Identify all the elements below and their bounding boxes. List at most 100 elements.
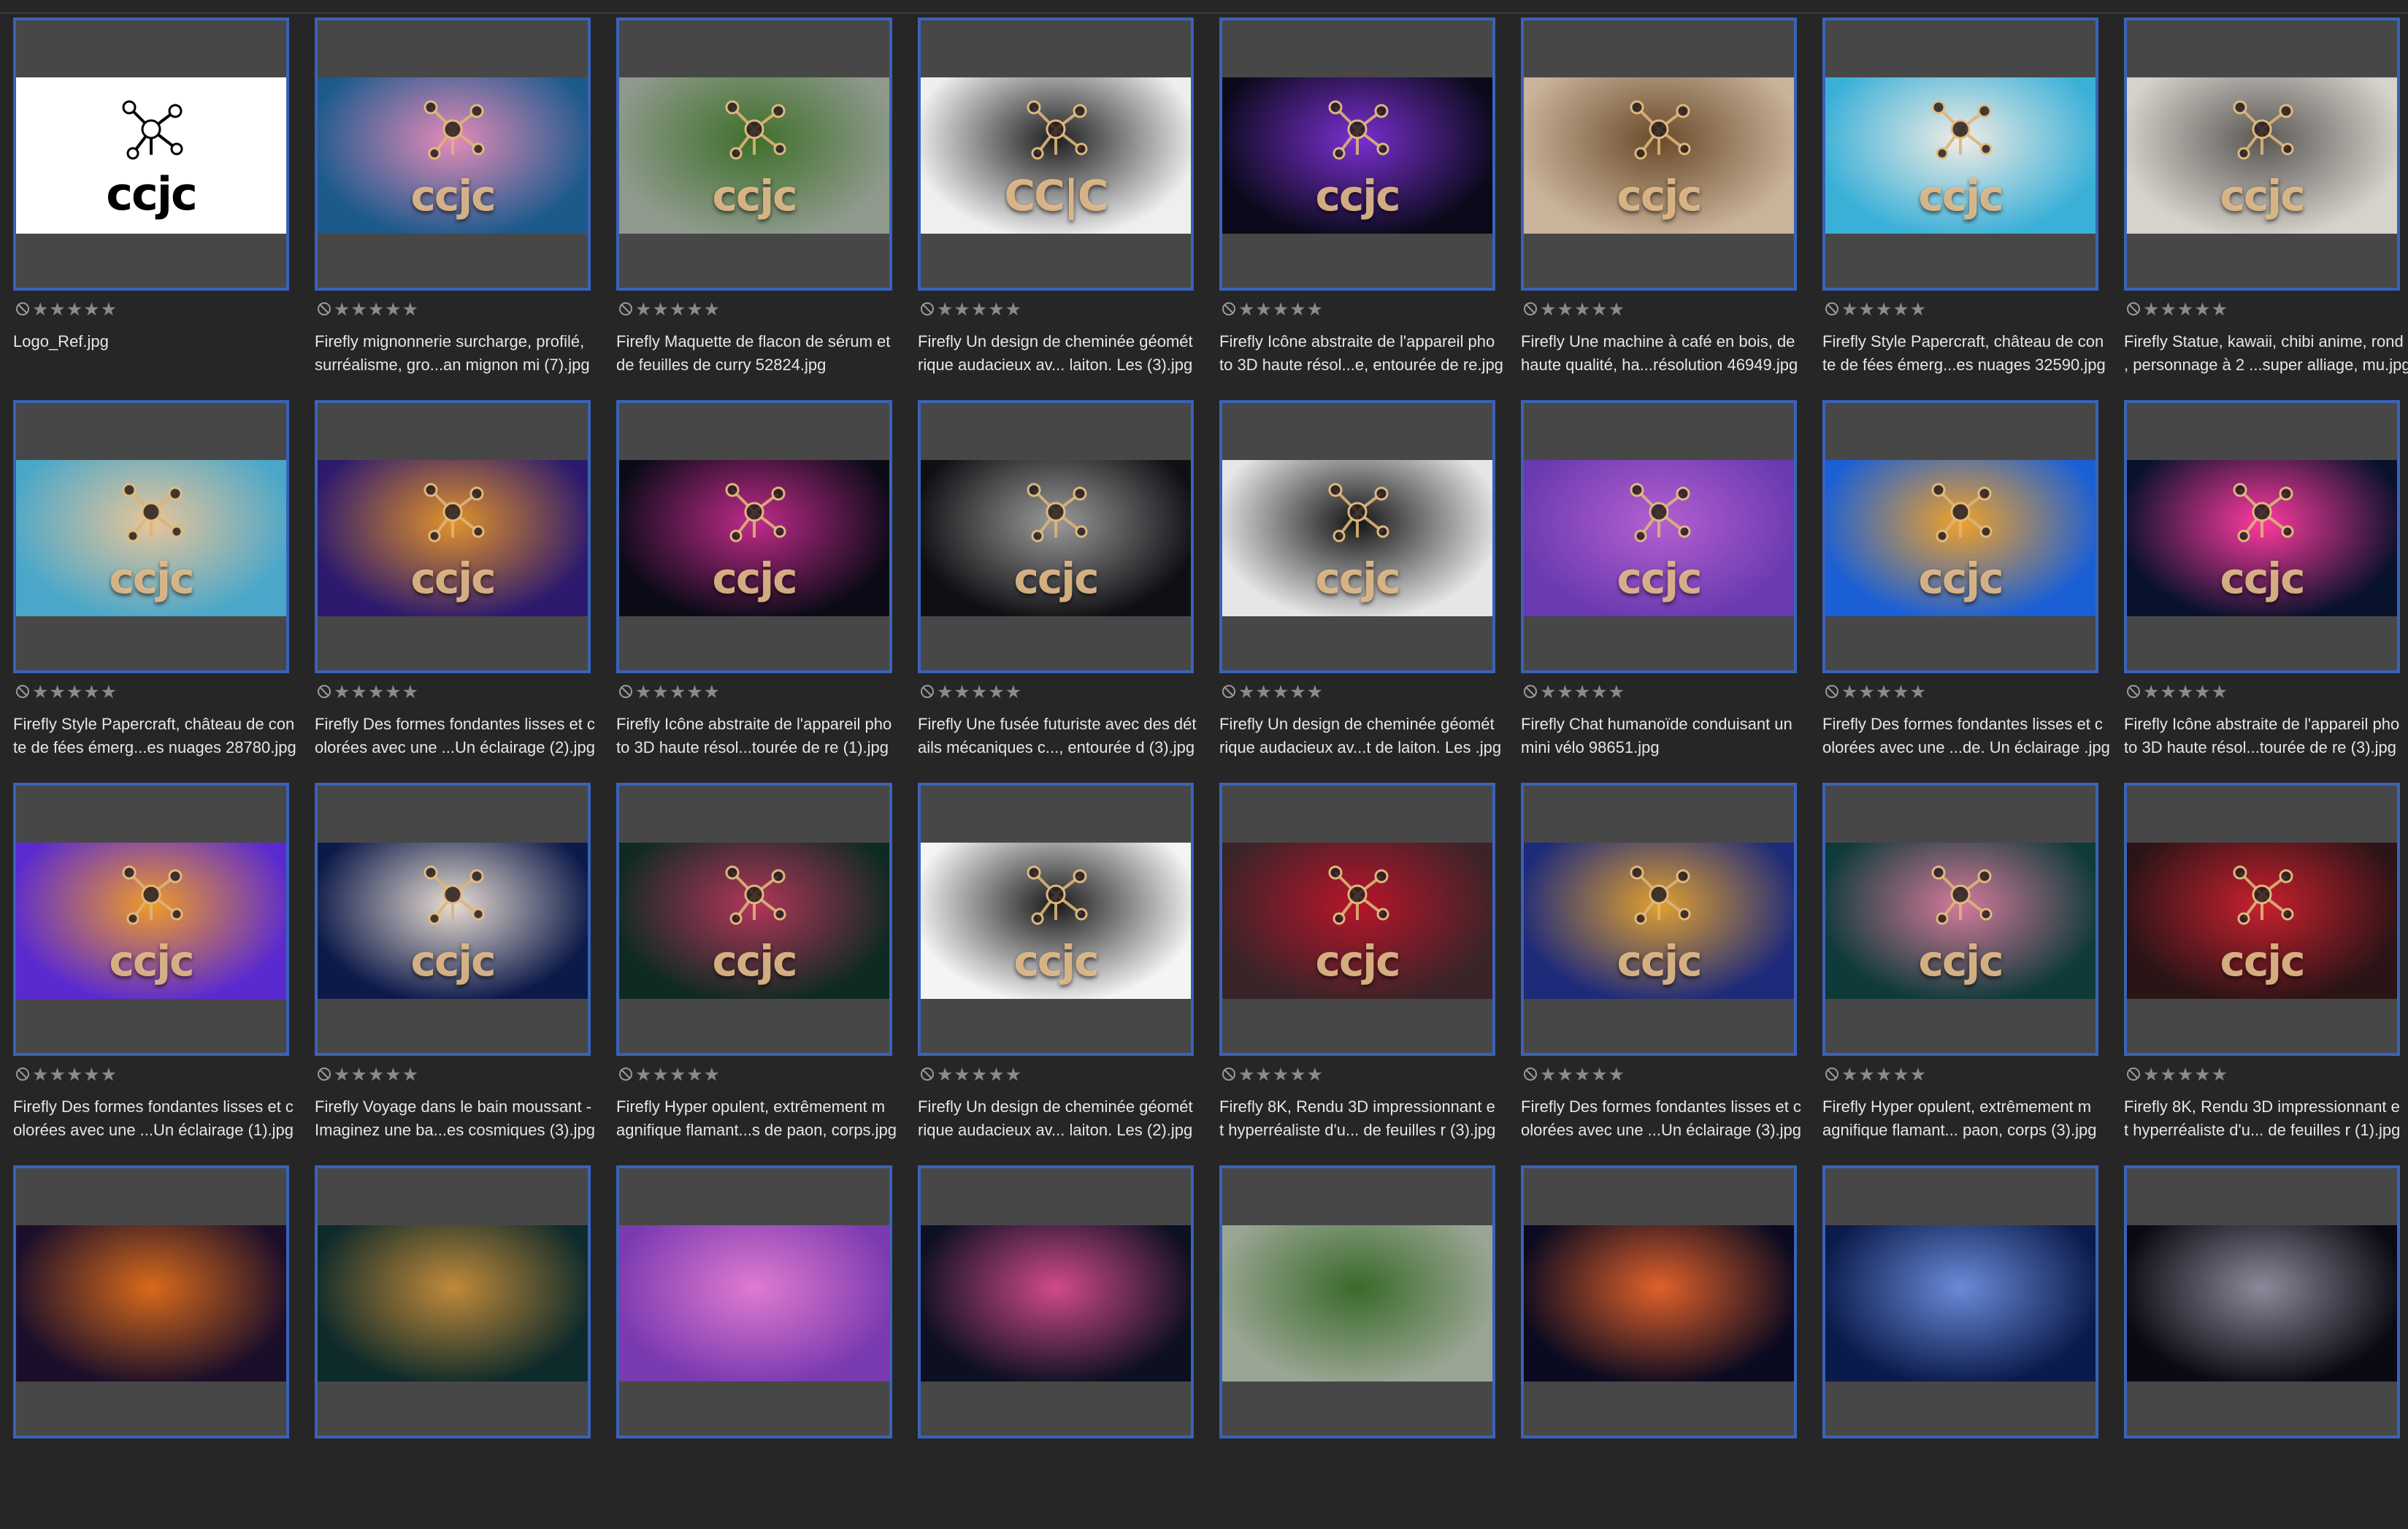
thumbnail-card[interactable] — [2124, 1165, 2408, 1529]
reject-flag-icon[interactable] — [1524, 1068, 1537, 1081]
star-rating[interactable]: ★★★★★ — [1841, 1064, 1927, 1086]
star-rating[interactable]: ★★★★★ — [32, 299, 118, 321]
thumbnail-frame[interactable]: ccjc — [1219, 18, 1495, 291]
thumbnail-frame[interactable] — [616, 1165, 892, 1438]
thumbnail-image[interactable]: ccjc — [1524, 843, 1794, 999]
thumbnail-frame[interactable]: ccjc — [2124, 18, 2400, 291]
thumbnail-card[interactable]: ccjc ★★★★★ Firefly Un design de cheminée g… — [1219, 400, 1520, 764]
reject-flag-icon[interactable] — [1524, 685, 1537, 698]
thumbnail-card[interactable]: ccjc ★★★★★ Firefly Un design de cheminée g… — [918, 783, 1219, 1146]
thumbnail-card[interactable]: ccjc ★★★★★ Firefly Hyper opulent, extrêmem… — [616, 783, 917, 1146]
thumbnail-frame[interactable]: ccjc — [616, 18, 892, 291]
reject-flag-icon[interactable] — [921, 302, 934, 315]
star-rating[interactable]: ★★★★★ — [937, 1064, 1022, 1086]
thumbnail-image[interactable]: ccjc — [921, 460, 1191, 616]
thumbnail-card[interactable]: ccjc ★★★★★ Firefly Icône abstraite de l'ap… — [1219, 18, 1520, 381]
thumbnail-image[interactable]: ccjc — [1825, 77, 2096, 234]
reject-flag-icon[interactable] — [1222, 302, 1235, 315]
reject-flag-icon[interactable] — [619, 1068, 632, 1081]
thumbnail-frame[interactable]: ccjc — [2124, 783, 2400, 1056]
thumbnail-image[interactable]: ccjc — [2127, 77, 2397, 234]
thumbnail-frame[interactable]: ccjc — [918, 400, 1194, 673]
star-rating[interactable]: ★★★★★ — [2143, 299, 2228, 321]
thumbnail-card[interactable]: ccjc ★★★★★ Firefly Des formes fondantes li… — [1822, 400, 2123, 764]
thumbnail-frame[interactable]: ccjc — [2124, 400, 2400, 673]
thumbnail-card[interactable]: CC|C ★★★★★ Firefly Un design de cheminée g… — [918, 18, 1219, 381]
thumbnail-frame[interactable]: ccjc — [1521, 18, 1797, 291]
thumbnail-card[interactable]: ccjc ★★★★★ Firefly Style Papercraft, châte… — [1822, 18, 2123, 381]
star-rating[interactable]: ★★★★★ — [937, 681, 1022, 703]
thumbnail-image[interactable] — [16, 1225, 286, 1382]
reject-flag-icon[interactable] — [16, 1068, 29, 1081]
thumbnail-image[interactable]: ccjc — [619, 460, 889, 616]
thumbnail-card[interactable] — [13, 1165, 314, 1529]
thumbnail-image[interactable]: ccjc — [16, 460, 286, 616]
thumbnail-image[interactable]: ccjc — [318, 460, 588, 616]
reject-flag-icon[interactable] — [1524, 302, 1537, 315]
star-rating[interactable]: ★★★★★ — [937, 299, 1022, 321]
thumbnail-frame[interactable]: CC|C — [918, 18, 1194, 291]
thumbnail-card[interactable] — [1521, 1165, 1822, 1529]
thumbnail-card[interactable] — [1822, 1165, 2123, 1529]
thumbnail-frame[interactable] — [2124, 1165, 2400, 1438]
reject-flag-icon[interactable] — [16, 685, 29, 698]
reject-flag-icon[interactable] — [1825, 685, 1838, 698]
reject-flag-icon[interactable] — [2127, 1068, 2140, 1081]
thumbnail-card[interactable]: ccjc ★★★★★ Firefly Maquette de flacon de s… — [616, 18, 917, 381]
star-rating[interactable]: ★★★★★ — [1841, 299, 1927, 321]
star-rating[interactable]: ★★★★★ — [334, 1064, 419, 1086]
star-rating[interactable]: ★★★★★ — [1540, 299, 1625, 321]
reject-flag-icon[interactable] — [1825, 302, 1838, 315]
star-rating[interactable]: ★★★★★ — [1540, 681, 1625, 703]
thumbnail-card[interactable]: ccjc ★★★★★ Firefly Hyper opulent, extrêmem… — [1822, 783, 2123, 1146]
thumbnail-frame[interactable] — [315, 1165, 591, 1438]
reject-flag-icon[interactable] — [921, 685, 934, 698]
thumbnail-image[interactable] — [318, 1225, 588, 1382]
thumbnail-card[interactable]: ccjc ★★★★★ Logo_Ref.jpg — [13, 18, 314, 381]
thumbnail-image[interactable] — [1825, 1225, 2096, 1382]
star-rating[interactable]: ★★★★★ — [334, 299, 419, 321]
thumbnail-card[interactable] — [616, 1165, 917, 1529]
thumbnail-frame[interactable]: ccjc — [13, 400, 289, 673]
thumbnail-frame[interactable]: ccjc — [616, 400, 892, 673]
star-rating[interactable]: ★★★★★ — [635, 299, 721, 321]
thumbnail-frame[interactable]: ccjc — [13, 18, 289, 291]
reject-flag-icon[interactable] — [16, 302, 29, 315]
star-rating[interactable]: ★★★★★ — [1841, 681, 1927, 703]
thumbnail-frame[interactable] — [1822, 1165, 2098, 1438]
reject-flag-icon[interactable] — [619, 685, 632, 698]
thumbnail-image[interactable] — [2127, 1225, 2397, 1382]
thumbnail-image[interactable]: ccjc — [1222, 77, 1492, 234]
reject-flag-icon[interactable] — [1222, 685, 1235, 698]
thumbnail-card[interactable]: ccjc ★★★★★ Firefly Des formes fondantes li… — [13, 783, 314, 1146]
thumbnail-card[interactable]: ccjc ★★★★★ Firefly Une machine à café en b… — [1521, 18, 1822, 381]
thumbnail-frame[interactable]: ccjc — [13, 783, 289, 1056]
reject-flag-icon[interactable] — [1825, 1068, 1838, 1081]
thumbnail-card[interactable]: ccjc ★★★★★ Firefly Statue, kawaii, chibi a… — [2124, 18, 2408, 381]
reject-flag-icon[interactable] — [2127, 302, 2140, 315]
thumbnail-frame[interactable] — [1219, 1165, 1495, 1438]
thumbnail-card[interactable] — [315, 1165, 616, 1529]
thumbnail-image[interactable]: ccjc — [1524, 460, 1794, 616]
thumbnail-card[interactable]: ccjc ★★★★★ Firefly Icône abstraite de l'ap… — [616, 400, 917, 764]
thumbnail-image[interactable]: ccjc — [1222, 843, 1492, 999]
thumbnail-image[interactable]: ccjc — [1524, 77, 1794, 234]
thumbnail-card[interactable]: ccjc ★★★★★ Firefly mignonnerie surcharge, … — [315, 18, 616, 381]
star-rating[interactable]: ★★★★★ — [1238, 681, 1324, 703]
thumbnail-image[interactable]: ccjc — [619, 77, 889, 234]
star-rating[interactable]: ★★★★★ — [2143, 1064, 2228, 1086]
thumbnail-card[interactable]: ccjc ★★★★★ Firefly 8K, Rendu 3D impression… — [2124, 783, 2408, 1146]
star-rating[interactable]: ★★★★★ — [32, 681, 118, 703]
thumbnail-image[interactable] — [921, 1225, 1191, 1382]
thumbnail-image[interactable]: ccjc — [2127, 460, 2397, 616]
reject-flag-icon[interactable] — [921, 1068, 934, 1081]
thumbnail-image[interactable]: ccjc — [318, 77, 588, 234]
reject-flag-icon[interactable] — [619, 302, 632, 315]
thumbnail-frame[interactable]: ccjc — [315, 783, 591, 1056]
thumbnail-image[interactable]: ccjc — [1222, 460, 1492, 616]
thumbnail-frame[interactable]: ccjc — [1219, 400, 1495, 673]
thumbnail-image[interactable] — [1222, 1225, 1492, 1382]
reject-flag-icon[interactable] — [318, 685, 331, 698]
thumbnail-frame[interactable] — [1521, 1165, 1797, 1438]
thumbnail-frame[interactable]: ccjc — [1822, 783, 2098, 1056]
